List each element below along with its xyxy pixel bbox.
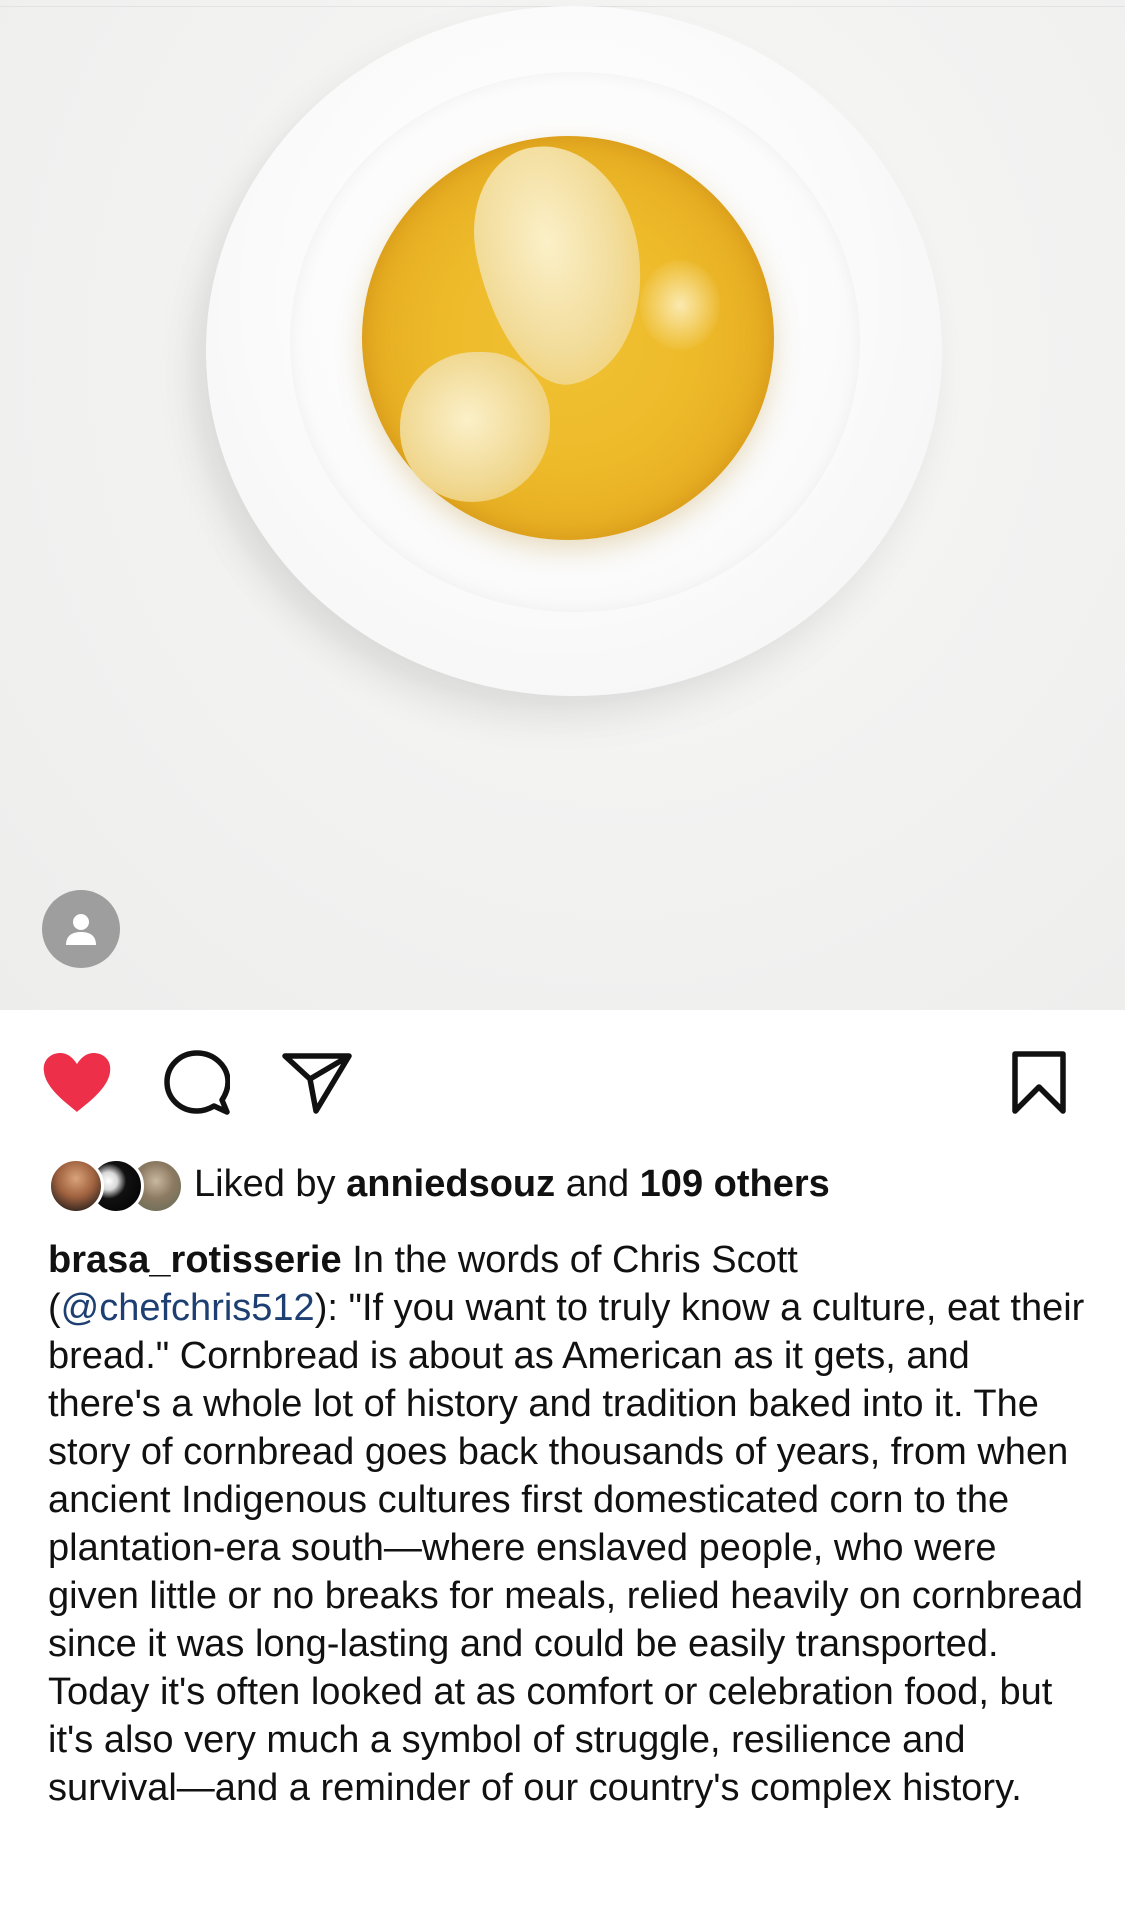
likes-prefix: Liked by: [194, 1163, 336, 1205]
caption-mention[interactable]: @chefchris512: [61, 1287, 315, 1329]
likes-connector: and: [565, 1163, 630, 1205]
comment-button[interactable]: [162, 1050, 232, 1116]
butter-glaze: [640, 260, 720, 350]
comment-icon: [164, 1050, 230, 1115]
avatar: [48, 1158, 104, 1214]
post-caption: brasa_rotisserie In the words of Chris S…: [48, 1236, 1088, 1812]
tagged-users-button[interactable]: [42, 890, 120, 968]
paper-plane-icon: [282, 1053, 352, 1114]
liker-avatars: [48, 1156, 184, 1214]
post-action-bar: [0, 1040, 1125, 1124]
instagram-post: Liked by anniedsouz and 109 others brasa…: [0, 0, 1125, 1914]
caption-username[interactable]: brasa_rotisserie: [48, 1239, 342, 1281]
save-button[interactable]: [1004, 1050, 1074, 1116]
caption-text: ): "If you want to truly know a culture,…: [48, 1287, 1085, 1809]
bookmark-icon: [1012, 1051, 1066, 1114]
share-button[interactable]: [282, 1050, 352, 1116]
like-button[interactable]: [42, 1050, 112, 1116]
post-photo[interactable]: [0, 0, 1125, 1010]
likes-text: Liked by anniedsouz and 109 others: [194, 1156, 830, 1212]
person-icon: [66, 914, 96, 945]
others-link[interactable]: 109 others: [640, 1163, 830, 1205]
likes-summary[interactable]: Liked by anniedsouz and 109 others: [48, 1156, 830, 1214]
heart-filled-icon: [43, 1053, 111, 1112]
first-liker-link[interactable]: anniedsouz: [346, 1163, 555, 1205]
